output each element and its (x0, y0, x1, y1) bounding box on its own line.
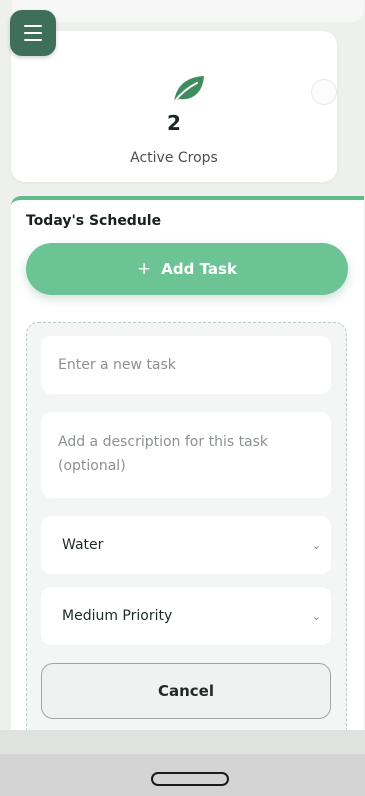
active-crops-count: 2 (167, 111, 181, 135)
chevron-down-icon: ⌄ (311, 609, 321, 623)
task-name-input[interactable] (41, 336, 331, 394)
leaf-icon (174, 76, 204, 102)
schedule-title: Today's Schedule (26, 213, 162, 229)
cancel-label: Cancel (157, 682, 214, 700)
active-crops-card: 2 Active Crops (11, 31, 337, 182)
task-type-value: Water (62, 537, 104, 553)
add-task-label: Add Task (161, 260, 237, 278)
plus-icon: + (137, 259, 152, 279)
task-type-select[interactable]: Water ⌄ (41, 516, 331, 574)
system-nav-bar (0, 754, 365, 796)
add-task-button[interactable]: + Add Task (26, 243, 348, 295)
schedule-card: Today's Schedule + Add Task Water ⌄ Medi… (11, 196, 364, 742)
new-task-form: Water ⌄ Medium Priority ⌄ Cancel (26, 322, 347, 742)
task-description-input[interactable] (41, 412, 331, 498)
priority-select[interactable]: Medium Priority ⌄ (41, 587, 331, 645)
menu-button[interactable] (10, 10, 56, 56)
hamburger-menu-icon (24, 25, 42, 27)
status-dot (311, 79, 337, 105)
cancel-button[interactable]: Cancel (41, 663, 331, 719)
home-indicator[interactable] (151, 772, 229, 786)
priority-value: Medium Priority (62, 608, 173, 624)
bottom-shade (0, 730, 365, 754)
top-strip (12, 0, 364, 22)
active-crops-label: Active Crops (130, 150, 218, 166)
chevron-down-icon: ⌄ (311, 538, 321, 552)
